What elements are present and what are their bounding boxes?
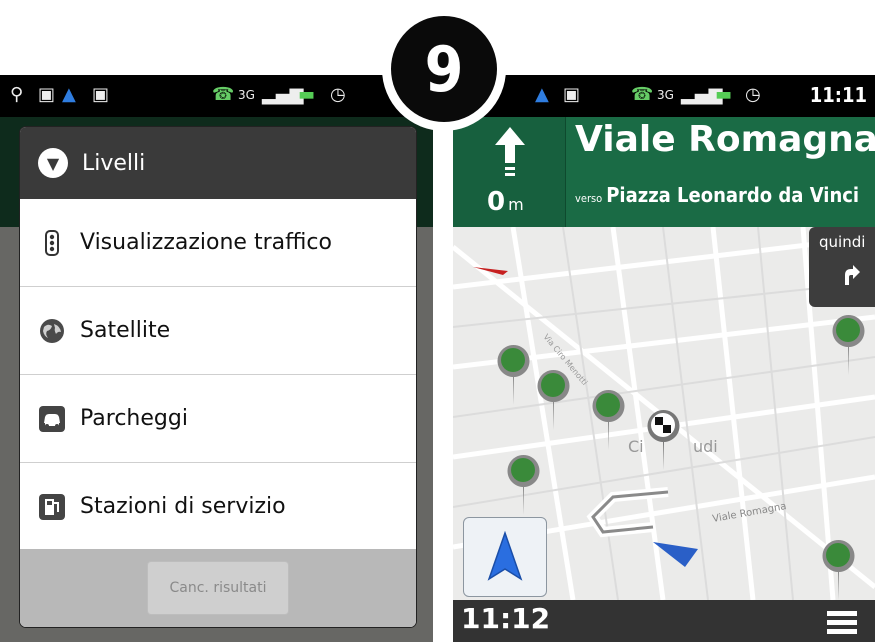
distance-value: 0 — [487, 187, 506, 217]
fuel-pump-icon — [38, 493, 66, 521]
museum-pin-icon — [832, 315, 865, 375]
layer-item-label: Parcheggi — [80, 406, 188, 431]
layer-item-label: Stazioni di servizio — [80, 494, 286, 519]
toward-destination: verso Piazza Leonardo da Vinci — [575, 183, 859, 207]
navigation-header: 0m Viale Romagna verso Piazza Leonardo da… — [453, 117, 875, 227]
layer-item-label: Visualizzazione traffico — [80, 230, 332, 255]
dialog-footer: Canc. risultati — [20, 549, 416, 627]
arrival-time: 11:12 — [461, 602, 551, 635]
layer-item-parking[interactable]: Parcheggi — [20, 375, 416, 463]
chevron-down-icon: ▼ — [38, 148, 68, 178]
current-street: Viale Romagna — [575, 119, 875, 160]
destination-name: Piazza Leonardo da Vinci — [606, 183, 860, 207]
museum-pin-icon — [497, 345, 530, 405]
step-number-badge: 9 — [382, 7, 506, 131]
bottom-bar: 11:12 — [453, 600, 875, 642]
call-icon: ☎ — [212, 84, 235, 105]
next-maneuver-panel: quindi — [809, 227, 875, 307]
layer-item-label: Satellite — [80, 318, 171, 343]
status-bar: ▲ ▣ ☎ 3G ▂▄▆ ▬ ◷ 11:11 — [453, 75, 875, 117]
3g-icon: 3G — [238, 88, 255, 102]
car-icon — [38, 405, 66, 433]
layer-item-traffic[interactable]: Visualizzazione traffico — [20, 199, 416, 287]
turn-right-arrow-icon — [845, 265, 860, 285]
traffic-light-icon — [38, 229, 66, 257]
layer-item-fuel-stations[interactable]: Stazioni di servizio — [20, 463, 416, 551]
usb-icon: ⚲ — [10, 84, 24, 105]
right-phone-screen: ▲ ▣ ☎ 3G ▂▄▆ ▬ ◷ 11:11 0m Viale Romagna … — [453, 75, 875, 642]
shield-icon: ▣ — [563, 84, 581, 105]
dialog-header: ▼ Livelli — [20, 127, 416, 199]
navigation-arrow-icon — [487, 531, 523, 581]
navigation-arrow-icon: ▲ — [62, 84, 76, 105]
status-time: 11:11 — [809, 83, 867, 107]
turn-instruction: 0m — [453, 117, 566, 227]
android-icon: ▣ — [38, 84, 56, 105]
map-area-label-left: Ci — [628, 437, 644, 456]
left-phone-screen: ⚲ ▣ ▲ ▣ ☎ 3G ▂▄▆ ▬ ◷ 1 ▼ Livelli Visuali… — [0, 75, 433, 642]
toward-prefix: verso — [575, 192, 603, 205]
status-bar: ⚲ ▣ ▲ ▣ ☎ 3G ▂▄▆ ▬ ◷ 1 — [0, 75, 433, 117]
museum-pin-icon — [592, 390, 625, 450]
distance-unit: m — [508, 195, 524, 214]
navigation-arrow-icon: ▲ — [535, 84, 549, 105]
shield-icon: ▣ — [92, 84, 110, 105]
menu-icon[interactable] — [827, 610, 857, 634]
dialog-title: Livelli — [82, 150, 146, 176]
3g-icon: 3G — [657, 88, 674, 102]
distance-to-turn: 0m — [487, 187, 524, 217]
layer-item-satellite[interactable]: Satellite — [20, 287, 416, 375]
globe-icon — [38, 317, 66, 345]
destination-flag-pin-icon — [647, 410, 680, 470]
clear-results-button[interactable]: Canc. risultati — [147, 561, 289, 615]
next-maneuver-label: quindi — [819, 233, 866, 251]
my-location-button[interactable] — [463, 517, 547, 597]
layers-dialog: ▼ Livelli Visualizzazione traffico Satel… — [20, 127, 416, 627]
straight-arrow-icon — [495, 127, 525, 176]
map-area-label-right: udi — [693, 437, 718, 456]
alarm-icon: ◷ — [330, 84, 346, 105]
battery-icon: ▬ — [298, 84, 316, 105]
museum-pin-icon — [822, 540, 855, 600]
museum-pin-icon — [507, 455, 540, 515]
battery-icon: ▬ — [715, 84, 733, 105]
step-number: 9 — [391, 16, 497, 122]
call-icon: ☎ — [631, 84, 654, 105]
alarm-icon: ◷ — [745, 84, 761, 105]
